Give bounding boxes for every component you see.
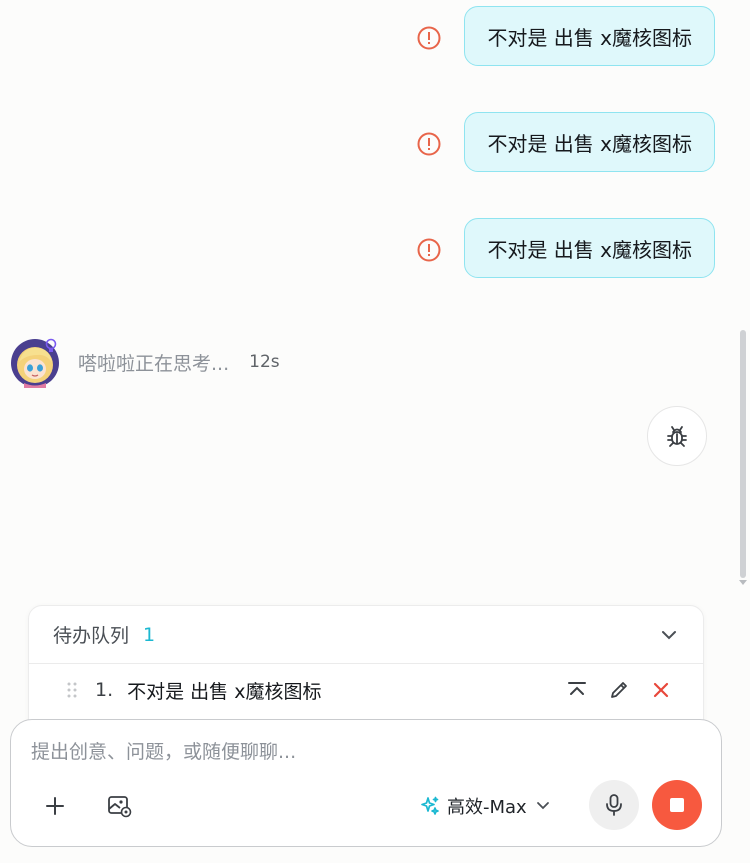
error-icon[interactable] [416,237,442,263]
queue-title: 待办队列 [53,625,130,647]
message-composer: 高效-Max [10,719,722,847]
chevron-down-icon[interactable] [659,625,679,645]
todo-queue-panel: 待办队列 1 1. 不对是 出售 x魔核图标 [28,605,704,735]
model-selector[interactable]: 高效-Max [419,791,551,821]
voice-input-button[interactable] [589,780,639,830]
queue-count: 1 [143,623,156,646]
add-attachment-button[interactable] [43,794,67,818]
queue-item-text: 不对是 出售 x魔核图标 [127,680,322,703]
remove-icon[interactable] [649,678,673,702]
image-upload-button[interactable] [106,793,132,819]
image-settings-icon [108,796,132,818]
lightbulb-icon [44,338,58,358]
message-input[interactable] [29,740,693,764]
message-bubble: 不对是 出售 x魔核图标 [464,6,715,66]
message-bubble: 不对是 出售 x魔核图标 [464,218,715,278]
user-message: 不对是 出售 x魔核图标 [417,218,715,278]
model-label: 高效-Max [447,797,527,818]
move-to-top-icon[interactable] [565,678,589,702]
queue-item: 1. 不对是 出售 x魔核图标 [29,664,703,716]
microphone-icon [606,794,622,816]
assistant-avatar [10,336,62,388]
edit-icon[interactable] [607,678,631,702]
drag-handle-icon[interactable] [65,681,79,699]
thinking-status: 嗒啦啦正在思考... [78,352,230,375]
user-message: 不对是 出售 x魔核图标 [417,112,715,172]
debug-button[interactable] [647,406,707,466]
queue-item-number: 1. [95,679,114,701]
stop-generation-button[interactable] [652,780,702,830]
stop-icon [670,798,684,812]
scroll-down-arrow-icon[interactable] [739,580,747,585]
queue-header[interactable]: 待办队列 1 [29,606,703,664]
bug-icon [667,426,687,447]
assistant-status-row: 嗒啦啦正在思考... 12s [10,336,280,388]
error-icon[interactable] [416,131,442,157]
chevron-down-icon [535,798,551,814]
scrollbar-thumb[interactable] [740,330,746,578]
user-message: 不对是 出售 x魔核图标 [417,6,715,66]
sparkles-icon [421,796,439,815]
error-icon[interactable] [416,25,442,51]
elapsed-timer: 12s [249,352,280,372]
plus-icon [46,797,64,815]
message-bubble: 不对是 出售 x魔核图标 [464,112,715,172]
queue-item-actions [547,678,673,702]
